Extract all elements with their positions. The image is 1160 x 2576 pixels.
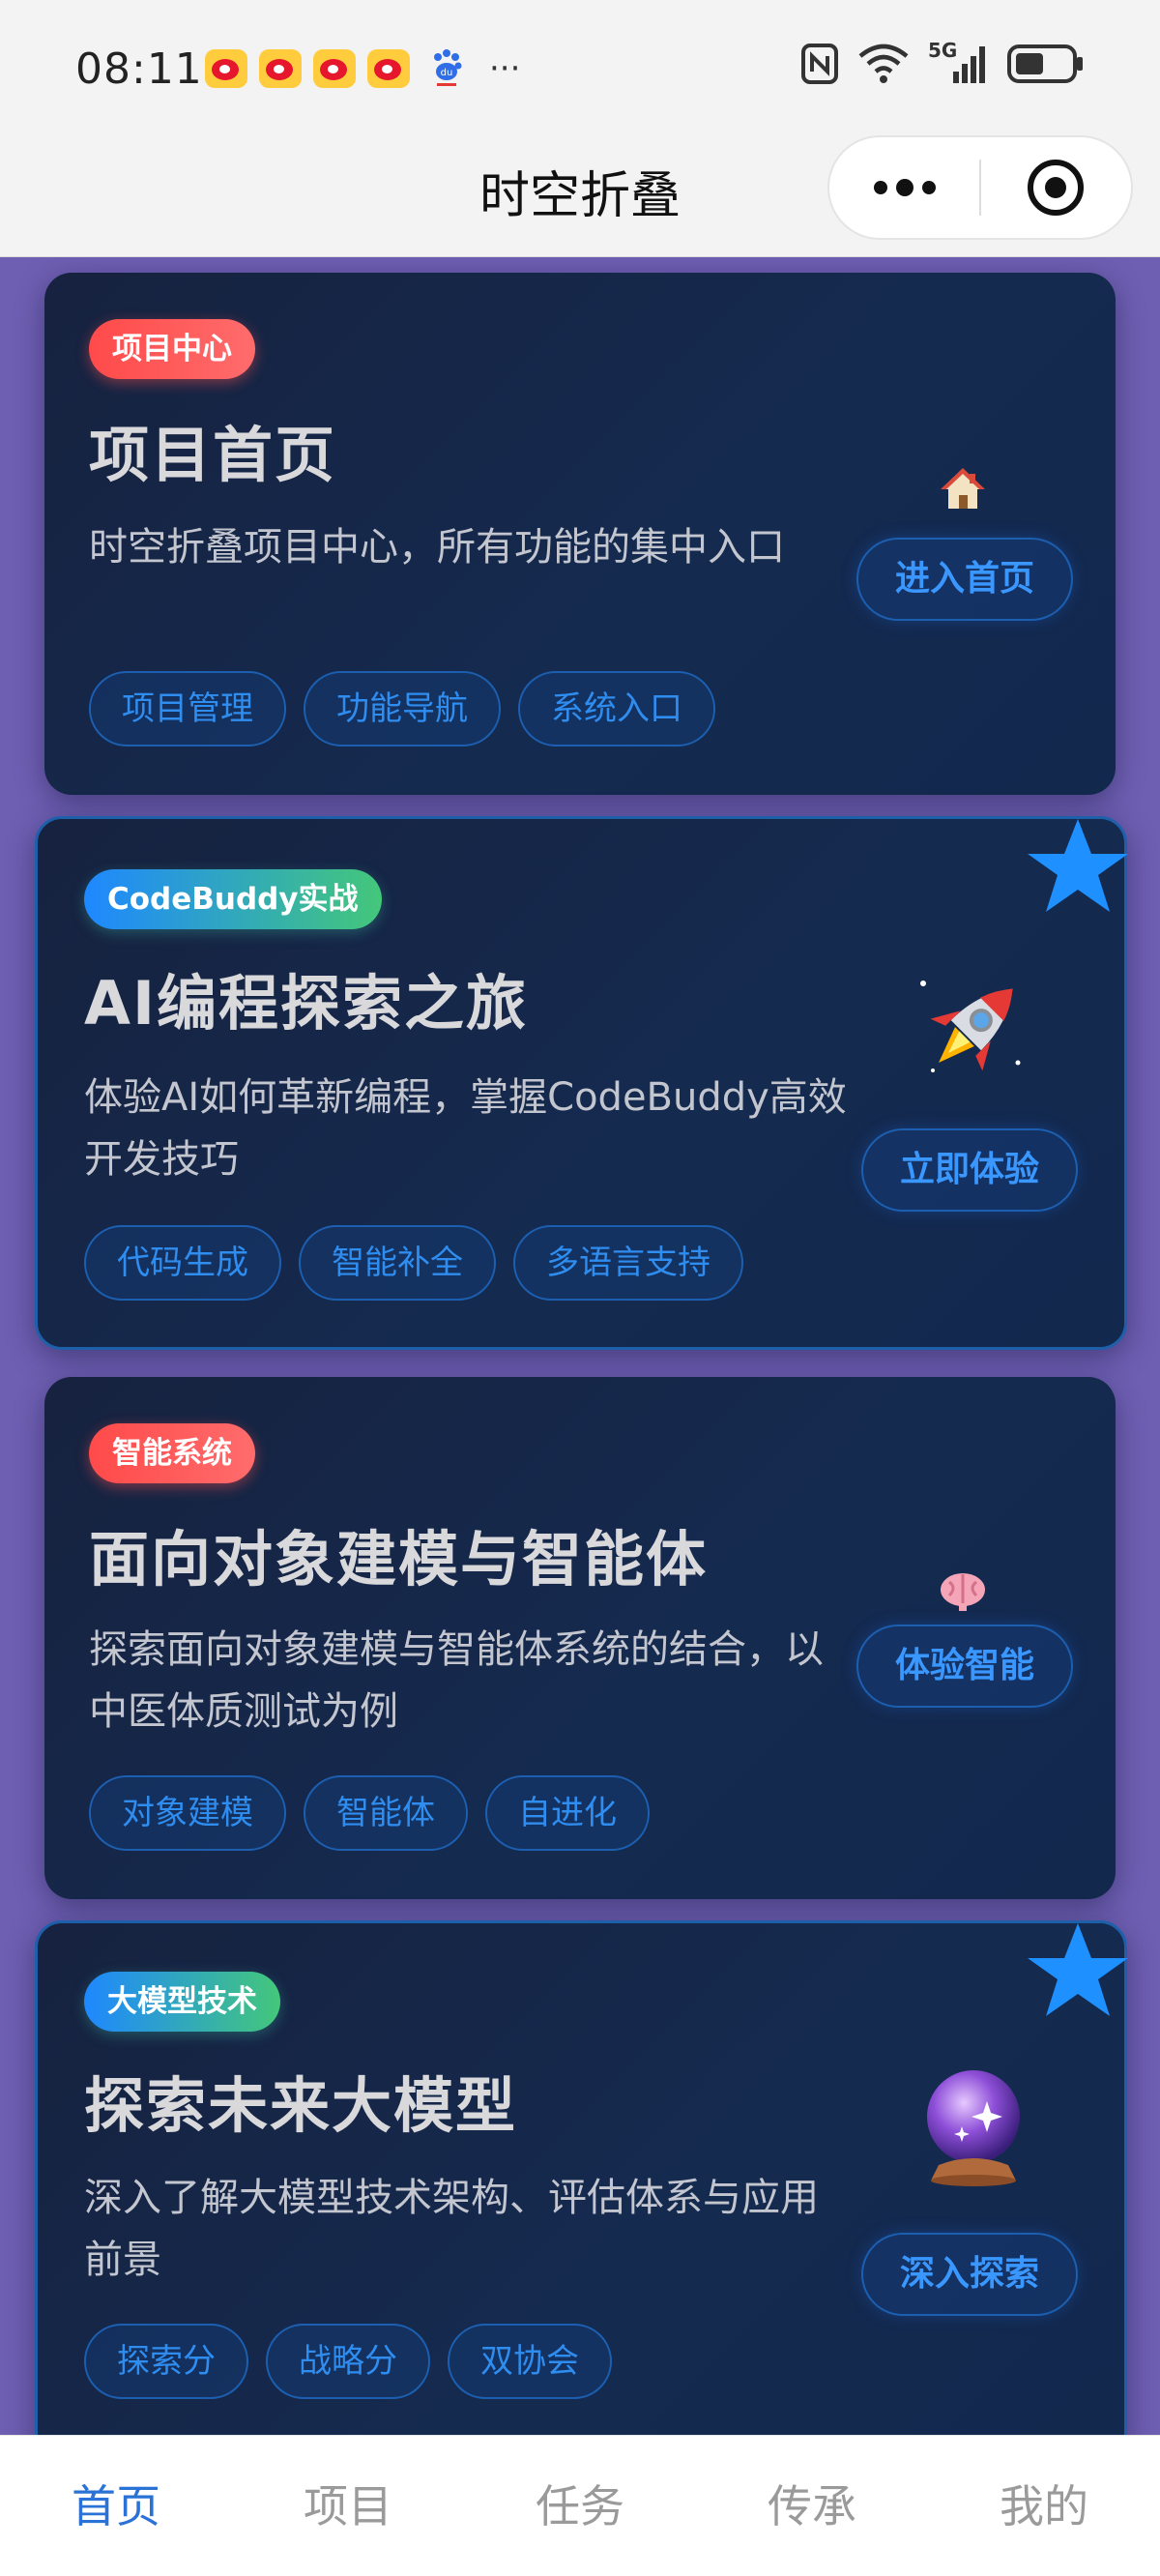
card-description: 探索面向对象建模与智能体系统的结合，以中医体质测试为例 xyxy=(89,1627,824,1734)
card-tag: 项目中心 xyxy=(89,319,255,379)
brain-icon xyxy=(941,1573,985,1611)
enter-home-button[interactable]: 进入首页 xyxy=(856,538,1074,621)
baidu-icon: du xyxy=(429,48,464,89)
weibo-icon xyxy=(259,49,302,88)
card-tag: 大模型技术 xyxy=(84,1972,280,2032)
house-icon xyxy=(941,468,985,509)
card-chip[interactable]: 智能体 xyxy=(304,1775,468,1851)
tab-tasks[interactable]: 任务 xyxy=(464,2436,696,2576)
card-chips: 项目管理 功能导航 系统入口 xyxy=(89,671,715,746)
system-status-icons: 5G xyxy=(800,39,1085,85)
experience-intelligence-button[interactable]: 体验智能 xyxy=(856,1625,1074,1708)
status-time: 08:11 xyxy=(75,44,203,94)
project-card[interactable]: 项目中心 项目首页 时空折叠项目中心，所有功能的集中入口 项目管理 功能导航 系… xyxy=(44,273,1116,795)
card-chip[interactable]: 代码生成 xyxy=(84,1225,281,1301)
rocket-icon xyxy=(920,981,1021,1072)
card-title: 面向对象建模与智能体 xyxy=(89,1524,709,1595)
more-notifications-indicator: ··· xyxy=(489,49,521,88)
project-card[interactable]: 大模型技术 探索未来大模型 深入了解大模型技术架构、评估体系与应用前景 探索分 … xyxy=(35,1920,1128,2435)
card-chip[interactable]: 对象建模 xyxy=(89,1775,286,1851)
weibo-icon xyxy=(367,49,410,88)
card-chips: 代码生成 智能补全 多语言支持 xyxy=(84,1225,743,1301)
card-chip[interactable]: 智能补全 xyxy=(299,1225,496,1301)
card-chip[interactable]: 多语言支持 xyxy=(513,1225,743,1301)
card-chip[interactable]: 功能导航 xyxy=(304,671,501,746)
battery-icon xyxy=(1007,44,1083,83)
card-tag: CodeBuddy实战 xyxy=(84,869,382,929)
card-chip[interactable]: 双协会 xyxy=(448,2324,612,2399)
card-tag: 智能系统 xyxy=(89,1423,255,1483)
card-chip[interactable]: 探索分 xyxy=(84,2324,248,2399)
project-card[interactable]: CodeBuddy实战 AI编程探索之旅 体验AI如何革新编程，掌握CodeBu… xyxy=(35,816,1128,1350)
card-title: 探索未来大模型 xyxy=(84,2070,518,2141)
more-dots-icon xyxy=(873,179,936,196)
bottom-tab-bar: 首页 项目 任务 传承 我的 xyxy=(0,2435,1160,2576)
card-description: 深入了解大模型技术架构、评估体系与应用前景 xyxy=(84,2176,819,2282)
card-list[interactable]: 项目中心 项目首页 时空折叠项目中心，所有功能的集中入口 项目管理 功能导航 系… xyxy=(0,257,1160,2435)
more-options-button[interactable] xyxy=(829,137,979,238)
project-card[interactable]: 智能系统 面向对象建模与智能体 探索面向对象建模与智能体系统的结合，以中医体质测… xyxy=(44,1377,1116,1899)
weibo-icon xyxy=(205,49,247,88)
tab-profile[interactable]: 我的 xyxy=(928,2436,1160,2576)
nfc-icon xyxy=(801,44,838,84)
card-description: 时空折叠项目中心，所有功能的集中入口 xyxy=(89,525,785,570)
navigation-bar: 时空折叠 xyxy=(0,135,1160,257)
star-badge-icon xyxy=(1028,819,1128,912)
notification-icons: du ··· xyxy=(205,48,520,89)
card-chips: 探索分 战略分 双协会 xyxy=(84,2324,612,2399)
star-badge-icon xyxy=(1028,1923,1128,2016)
card-chip[interactable]: 自进化 xyxy=(485,1775,650,1851)
crystal-ball-icon xyxy=(927,2070,1020,2186)
tab-heritage[interactable]: 传承 xyxy=(696,2436,928,2576)
target-circle-icon xyxy=(1028,160,1085,216)
card-chips: 对象建模 智能体 自进化 xyxy=(89,1775,650,1851)
svg-text:du: du xyxy=(441,68,453,78)
card-description: 体验AI如何革新编程，掌握CodeBuddy高效开发技巧 xyxy=(84,1075,847,1182)
wifi-icon xyxy=(858,44,909,83)
tab-home[interactable]: 首页 xyxy=(0,2436,232,2576)
mini-program-capsule xyxy=(827,135,1133,240)
weibo-icon xyxy=(313,49,356,88)
try-now-button[interactable]: 立即体验 xyxy=(861,1128,1079,1212)
status-bar: 08:11 du ··· 5G xyxy=(0,0,1160,135)
card-chip[interactable]: 系统入口 xyxy=(518,671,715,746)
tab-projects[interactable]: 项目 xyxy=(232,2436,464,2576)
card-chip[interactable]: 战略分 xyxy=(266,2324,430,2399)
card-title: 项目首页 xyxy=(89,420,337,490)
cellular-signal-icon: 5G xyxy=(928,39,990,85)
card-title: AI编程探索之旅 xyxy=(84,968,529,1039)
card-chip[interactable]: 项目管理 xyxy=(89,671,286,746)
close-mini-program-button[interactable] xyxy=(981,137,1131,238)
explore-deeply-button[interactable]: 深入探索 xyxy=(861,2233,1079,2316)
